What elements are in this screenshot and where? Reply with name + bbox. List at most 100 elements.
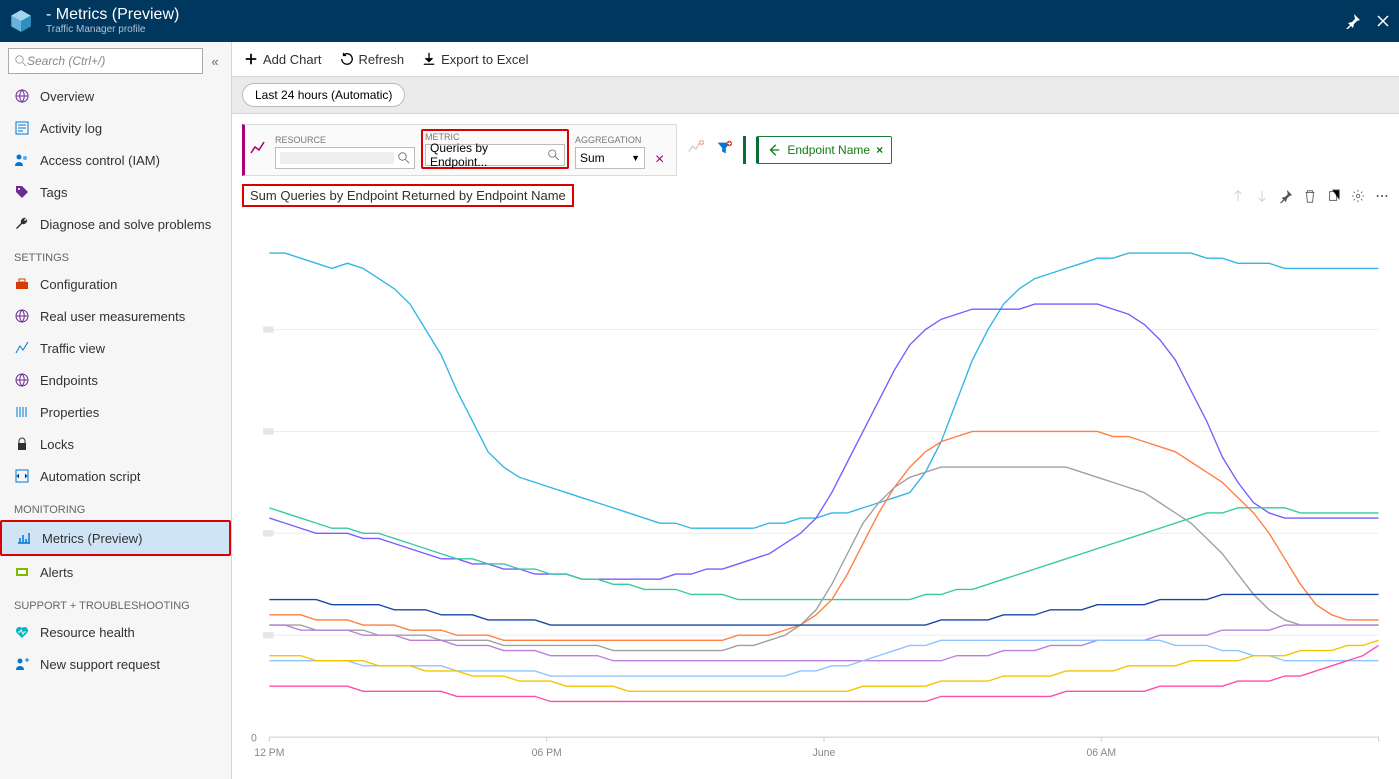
sidebar-item-label: Automation script [40, 469, 140, 484]
log-icon [14, 120, 30, 136]
sidebar-item-traffic-view[interactable]: Traffic view [0, 332, 231, 364]
add-chart-button[interactable]: Add Chart [244, 52, 322, 67]
plus-icon [244, 52, 258, 66]
cube-icon [8, 8, 34, 34]
sidebar-item-label: Tags [40, 185, 67, 200]
remove-metric-button[interactable]: × [651, 151, 668, 169]
sidebar-item-alerts[interactable]: Alerts [0, 556, 231, 588]
alerts-icon [14, 564, 30, 580]
sidebar-item-label: Activity log [40, 121, 102, 136]
support-icon [14, 656, 30, 672]
toolbox-icon [14, 276, 30, 292]
metric-query-bar: RESOURCE METRIC Queries by Endpoint... A… [232, 114, 1399, 180]
chart-area[interactable]: 0 12 PM 06 PM June 06 AM [238, 217, 1389, 769]
aggregation-label: AGGREGATION [575, 135, 645, 145]
sidebar-item-activity-log[interactable]: Activity log [0, 112, 231, 144]
sidebar-item-metrics-preview-[interactable]: Metrics (Preview) [0, 520, 231, 556]
refresh-icon [340, 52, 354, 66]
sidebar-item-label: Real user measurements [40, 309, 185, 324]
search-icon [15, 55, 27, 67]
iam-icon [14, 152, 30, 168]
health-icon [14, 624, 30, 640]
sidebar-item-automation-script[interactable]: Automation script [0, 460, 231, 492]
split-by-chip[interactable]: Endpoint Name × [756, 136, 892, 164]
props-icon [14, 404, 30, 420]
metrics-icon [16, 530, 32, 546]
resource-label: RESOURCE [275, 135, 415, 145]
globe-icon [14, 372, 30, 388]
sidebar-item-new-support-request[interactable]: New support request [0, 648, 231, 680]
sidebar: Search (Ctrl+/) « Overview Activity log Ac… [0, 42, 232, 779]
sidebar-header: MONITORING [0, 492, 231, 520]
chart-title: Sum Queries by Endpoint Returned by Endp… [242, 184, 574, 207]
page-subtitle: Traffic Manager profile [46, 25, 179, 35]
resource-selector[interactable] [275, 147, 415, 169]
refresh-button[interactable]: Refresh [340, 52, 405, 67]
settings-icon[interactable] [1351, 189, 1365, 203]
download-icon [422, 52, 436, 66]
split-icon [767, 143, 781, 157]
close-icon[interactable] [1375, 13, 1391, 29]
sidebar-item-label: Overview [40, 89, 94, 104]
globe-icon [14, 88, 30, 104]
delete-chart-icon[interactable] [1303, 189, 1317, 203]
sidebar-item-label: Configuration [40, 277, 117, 292]
arrow-up-icon[interactable] [1231, 189, 1245, 203]
svg-text:06 AM: 06 AM [1086, 747, 1116, 759]
sidebar-item-tags[interactable]: Tags [0, 176, 231, 208]
svg-text:06 PM: 06 PM [532, 747, 562, 759]
sidebar-item-label: Resource health [40, 625, 135, 640]
arrow-down-icon[interactable] [1255, 189, 1269, 203]
lock-icon [14, 436, 30, 452]
search-icon [398, 152, 410, 164]
pin-icon[interactable] [1345, 13, 1361, 29]
sidebar-item-label: Access control (IAM) [40, 153, 160, 168]
metric-selector[interactable]: Queries by Endpoint... [425, 144, 565, 166]
line-chart-icon[interactable] [249, 139, 269, 159]
sidebar-item-overview[interactable]: Overview [0, 80, 231, 112]
globe-icon [14, 308, 30, 324]
remove-split-button[interactable]: × [876, 143, 883, 157]
sidebar-item-endpoints[interactable]: Endpoints [0, 364, 231, 396]
sidebar-item-diagnose-and-solve-problems[interactable]: Diagnose and solve problems [0, 208, 231, 240]
sidebar-item-label: Alerts [40, 565, 73, 580]
search-input[interactable]: Search (Ctrl+/) [8, 48, 203, 74]
search-icon [548, 149, 560, 161]
clone-chart-icon[interactable] [1327, 189, 1341, 203]
app-header: - Metrics (Preview) Traffic Manager prof… [0, 0, 1399, 42]
pin-chart-icon[interactable] [1279, 189, 1293, 203]
sidebar-item-label: Traffic view [40, 341, 105, 356]
add-filter-button[interactable] [715, 139, 733, 162]
sidebar-item-real-user-measurements[interactable]: Real user measurements [0, 300, 231, 332]
svg-text:0: 0 [251, 732, 257, 744]
traffic-icon [14, 340, 30, 356]
sidebar-header: SETTINGS [0, 240, 231, 268]
collapse-sidebar-button[interactable]: « [207, 54, 223, 69]
sidebar-item-label: Metrics (Preview) [42, 531, 142, 546]
more-icon[interactable] [1375, 189, 1389, 203]
time-range-bar: Last 24 hours (Automatic) [232, 76, 1399, 114]
add-metric-button[interactable] [687, 139, 705, 162]
sidebar-item-resource-health[interactable]: Resource health [0, 616, 231, 648]
script-icon [14, 468, 30, 484]
sidebar-item-access-control-iam-[interactable]: Access control (IAM) [0, 144, 231, 176]
main-content: Add Chart Refresh Export to Excel Last 2… [232, 42, 1399, 779]
export-button[interactable]: Export to Excel [422, 52, 528, 67]
sidebar-item-configuration[interactable]: Configuration [0, 268, 231, 300]
svg-text:June: June [813, 747, 836, 759]
sidebar-item-label: New support request [40, 657, 160, 672]
page-title: - Metrics (Preview) [46, 7, 179, 23]
sidebar-item-properties[interactable]: Properties [0, 396, 231, 428]
sidebar-item-label: Properties [40, 405, 99, 420]
sidebar-item-locks[interactable]: Locks [0, 428, 231, 460]
sidebar-header: SUPPORT + TROUBLESHOOTING [0, 588, 231, 616]
sidebar-item-label: Diagnose and solve problems [40, 217, 211, 232]
svg-text:12 PM: 12 PM [254, 747, 284, 759]
sidebar-item-label: Endpoints [40, 373, 98, 388]
aggregation-selector[interactable]: Sum ▼ [575, 147, 645, 169]
chart-toolbar: Add Chart Refresh Export to Excel [232, 42, 1399, 76]
time-range-selector[interactable]: Last 24 hours (Automatic) [242, 83, 405, 107]
tags-icon [14, 184, 30, 200]
sidebar-item-label: Locks [40, 437, 74, 452]
wrench-icon [14, 216, 30, 232]
